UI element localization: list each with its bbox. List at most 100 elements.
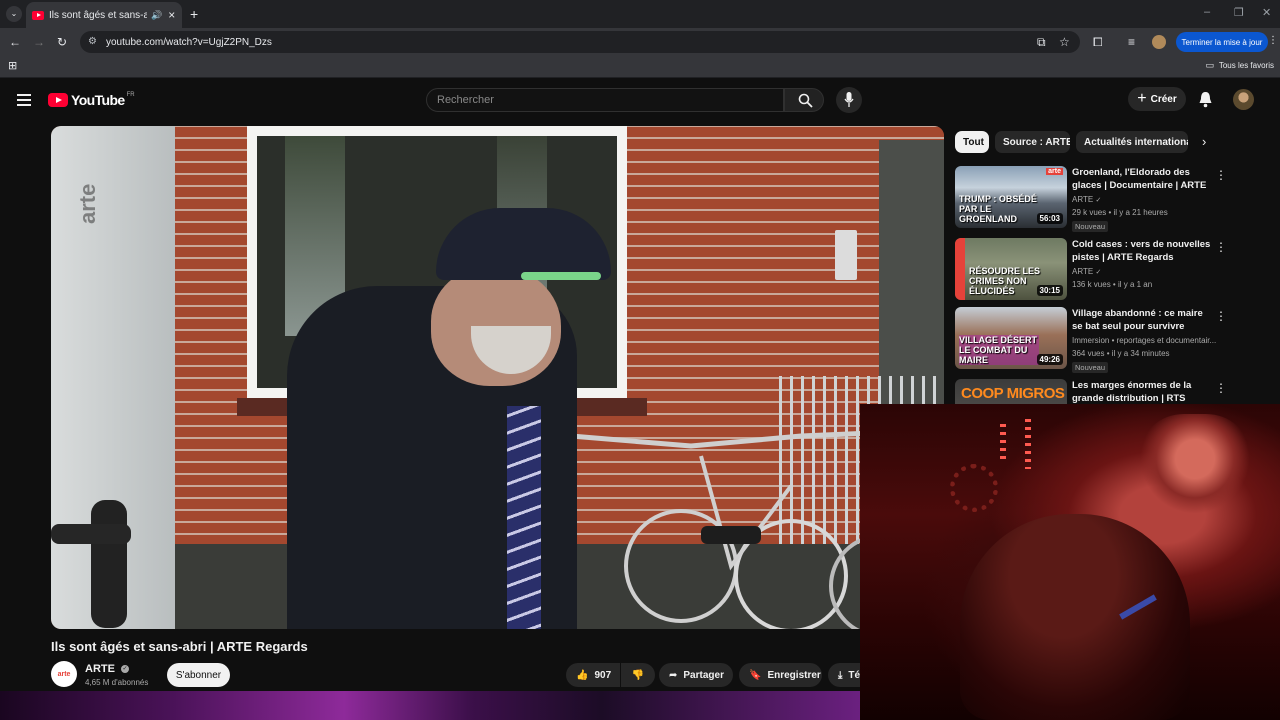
tab-search-icon[interactable]: ⌄ bbox=[6, 6, 22, 22]
back-icon[interactable]: ← bbox=[9, 35, 21, 49]
forward-icon[interactable]: → bbox=[33, 35, 45, 49]
verified-icon: ✓ bbox=[121, 665, 130, 674]
save-button[interactable]: 🔖 Enregistrer bbox=[739, 663, 822, 687]
search-button[interactable] bbox=[784, 88, 824, 112]
thumbnail[interactable]: RÉSOUDRE LES CRIMES NON ÉLUCIDÉS 30:15 bbox=[955, 238, 1067, 300]
new-badge: Nouveau bbox=[1072, 362, 1109, 373]
youtube-logo[interactable]: YouTube FR bbox=[48, 92, 135, 108]
chip-source-arte[interactable]: Source : ARTE bbox=[995, 131, 1070, 153]
scene-intercom bbox=[835, 230, 857, 280]
recommendation-title[interactable]: Cold cases : vers de nouvelles pistes | … bbox=[1072, 238, 1212, 264]
search-input[interactable]: Rechercher bbox=[426, 88, 784, 112]
recommendation-title[interactable]: Groenland, l'Eldorado des glaces | Docum… bbox=[1072, 166, 1212, 192]
recommendation-meta: 29 k vues • il y a 21 heures bbox=[1072, 208, 1168, 217]
recommendation-item[interactable]: RÉSOUDRE LES CRIMES NON ÉLUCIDÉS 30:15 C… bbox=[955, 238, 1235, 304]
scene-door-lever bbox=[51, 524, 131, 544]
more-options-icon[interactable]: ⋮ bbox=[1215, 240, 1227, 254]
share-icon: ➦ bbox=[669, 669, 678, 681]
recommendation-meta: 136 k vues • il y a 1 an bbox=[1072, 280, 1153, 289]
channel-name[interactable]: ARTE ✓ bbox=[85, 663, 130, 675]
share-label: Partager bbox=[683, 669, 724, 681]
chevron-right-icon[interactable]: › bbox=[1202, 134, 1206, 149]
scene-door-handle bbox=[91, 500, 127, 628]
download-button[interactable]: ⤓ Té bbox=[828, 663, 860, 687]
webcam-poster bbox=[1140, 414, 1250, 514]
menu-icon[interactable] bbox=[17, 94, 31, 106]
plus-icon: + bbox=[1137, 90, 1147, 107]
save-label: Enregistrer bbox=[767, 669, 821, 681]
thumbnail-text: COOP MIGROS bbox=[961, 385, 1065, 402]
verified-icon: ✓ bbox=[1095, 269, 1102, 276]
duration-badge: 56:03 bbox=[1036, 213, 1063, 224]
bookmarks-bar: ⊞ ▭ Tous les favoris bbox=[0, 56, 1280, 78]
scene-man-cap-brim bbox=[521, 272, 601, 280]
voice-search-button[interactable] bbox=[836, 87, 862, 113]
more-options-icon[interactable]: ⋮ bbox=[1215, 168, 1227, 182]
thumbnail[interactable]: VILLAGE DÉSERT LE COMBAT DU MAIRE 49:26 bbox=[955, 307, 1067, 369]
thumbnail[interactable]: arte TRUMP : OBSÉDÉ PAR LE GROENLAND 56:… bbox=[955, 166, 1067, 228]
verified-icon: ✓ bbox=[1095, 197, 1102, 204]
channel-text: ARTE bbox=[1072, 195, 1094, 204]
recommendation-channel: Immersion • reportages et documentair... bbox=[1072, 336, 1217, 345]
more-options-icon[interactable]: ⋮ bbox=[1215, 381, 1227, 395]
browser-tab[interactable]: Ils sont âgés et sans-abri | A 🔊 × bbox=[26, 2, 182, 28]
update-button[interactable]: Terminer la mise à jour bbox=[1176, 32, 1268, 52]
webcam-lights bbox=[1000, 424, 1006, 464]
duration-badge: 49:26 bbox=[1036, 354, 1063, 365]
duration-badge: 30:15 bbox=[1036, 285, 1063, 296]
reload-icon[interactable]: ↻ bbox=[57, 35, 67, 49]
extensions-icon[interactable]: ⧠ bbox=[1093, 35, 1103, 50]
all-bookmarks-link[interactable]: Tous les favoris bbox=[1219, 61, 1274, 70]
webcam-spiral-decor bbox=[950, 464, 998, 512]
channel-text: ARTE bbox=[1072, 267, 1094, 276]
install-app-icon[interactable]: ⧉ bbox=[1037, 35, 1046, 50]
recommendation-channel: ARTE ✓ bbox=[1072, 195, 1101, 204]
subscribe-button[interactable]: S'abonner bbox=[167, 663, 230, 687]
arte-thumb-logo: arte bbox=[1046, 168, 1063, 175]
subscriber-count: 4,65 M d'abonnés bbox=[85, 678, 149, 687]
webcam-overlay bbox=[860, 404, 1280, 720]
account-avatar[interactable] bbox=[1233, 89, 1254, 110]
video-player[interactable]: arte bbox=[51, 126, 944, 629]
recommendation-item[interactable]: arte TRUMP : OBSÉDÉ PAR LE GROENLAND 56:… bbox=[955, 166, 1235, 232]
like-count: 907 bbox=[594, 669, 612, 681]
region-code: FR bbox=[126, 92, 135, 98]
address-bar[interactable]: ⚙ youtube.com/watch?v=UgjZ2PN_Dzs bbox=[80, 31, 1080, 53]
video-title: Ils sont âgés et sans-abri | ARTE Regard… bbox=[51, 639, 308, 654]
close-tab-icon[interactable]: × bbox=[168, 8, 175, 22]
like-button[interactable]: 👍 907 bbox=[566, 663, 620, 687]
channel-avatar[interactable]: arte bbox=[51, 661, 77, 687]
bookmark-star-icon[interactable]: ☆ bbox=[1059, 35, 1070, 49]
recommendation-item[interactable]: VILLAGE DÉSERT LE COMBAT DU MAIRE 49:26 … bbox=[955, 307, 1235, 373]
speaker-icon[interactable]: 🔊 bbox=[151, 10, 162, 21]
apps-grid-icon[interactable]: ⊞ bbox=[8, 59, 17, 72]
chip-all[interactable]: Tout bbox=[955, 131, 989, 153]
chip-international-news[interactable]: Actualités internationales bbox=[1076, 131, 1188, 153]
restore-button[interactable]: ❐ bbox=[1234, 6, 1244, 19]
folder-icon: ▭ bbox=[1205, 60, 1214, 70]
dislike-button[interactable]: 👎 bbox=[621, 663, 655, 687]
share-button[interactable]: ➦ Partager bbox=[659, 663, 733, 687]
close-window-button[interactable]: ✕ bbox=[1262, 6, 1271, 19]
minimize-button[interactable]: – bbox=[1204, 6, 1210, 18]
more-options-icon[interactable]: ⋮ bbox=[1215, 309, 1227, 323]
youtube-wordmark: YouTube bbox=[71, 92, 125, 108]
site-info-icon[interactable]: ⚙ bbox=[88, 36, 97, 47]
notifications-bell-icon[interactable] bbox=[1198, 91, 1213, 108]
create-button[interactable]: + Créer bbox=[1128, 87, 1186, 111]
new-tab-button[interactable]: + bbox=[190, 6, 198, 22]
recommendation-title[interactable]: Village abandonné : ce maire se bat seul… bbox=[1072, 307, 1212, 333]
create-label: Créer bbox=[1150, 93, 1177, 105]
arte-watermark: arte bbox=[75, 183, 100, 224]
search-icon bbox=[798, 93, 813, 108]
webcam-person bbox=[960, 514, 1190, 720]
reading-list-icon[interactable]: ≡ bbox=[1128, 35, 1135, 49]
new-badge: Nouveau bbox=[1072, 221, 1109, 232]
webcam-lights bbox=[1025, 419, 1031, 469]
microphone-icon bbox=[844, 92, 854, 107]
browser-menu-icon[interactable]: ⋮ bbox=[1268, 35, 1278, 46]
recommendation-title[interactable]: Les marges énormes de la grande distribu… bbox=[1072, 379, 1212, 405]
thumbs-down-icon: 👎 bbox=[631, 669, 645, 681]
scene-man-tie bbox=[507, 406, 541, 629]
profile-avatar[interactable] bbox=[1152, 35, 1166, 49]
